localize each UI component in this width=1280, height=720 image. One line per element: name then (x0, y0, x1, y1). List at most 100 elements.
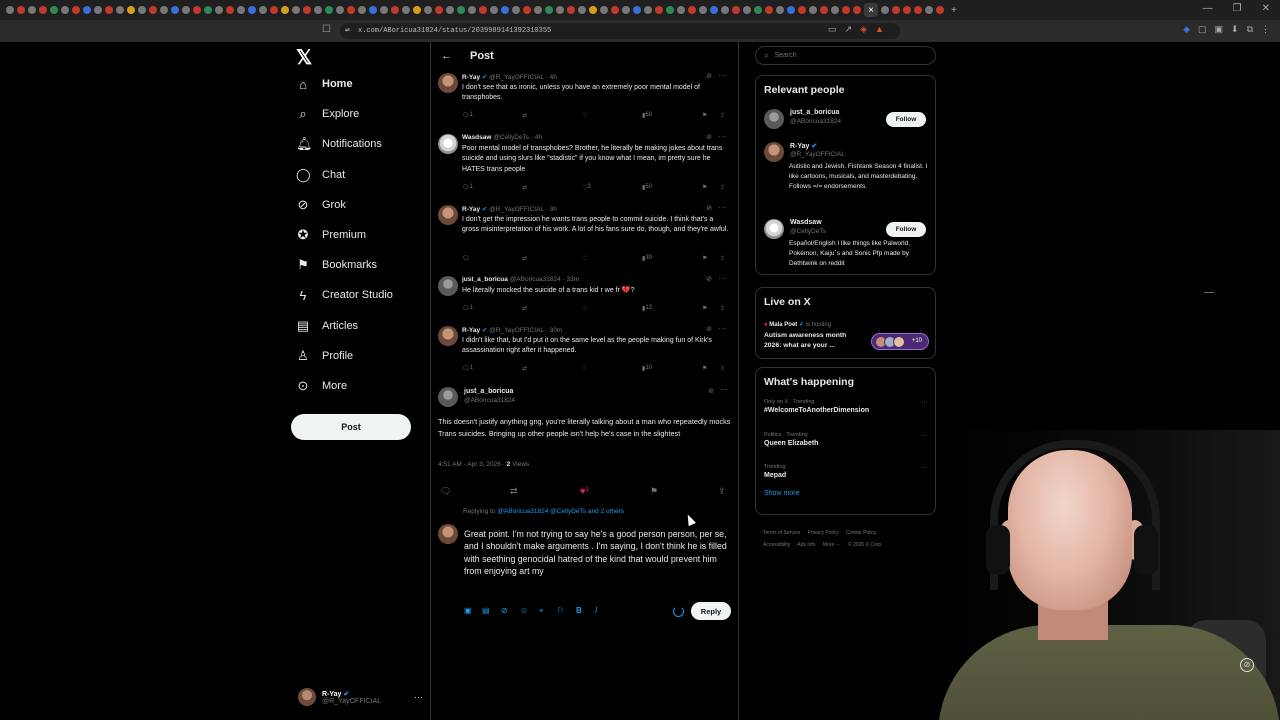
tab-favicon[interactable] (182, 6, 190, 14)
reply-action[interactable]: 🗨︎ 1 (462, 184, 473, 191)
replying-to-link[interactable]: @ABoricua31824 @CellyDeTs and 2 others (497, 508, 624, 515)
author-name[interactable]: just_a_boricua (462, 276, 508, 283)
avatar[interactable] (438, 73, 458, 93)
reply-icon[interactable]: 🗨︎ (462, 255, 470, 262)
nav-notifications[interactable]: 🔔︎ Notifications (296, 129, 425, 159)
nav-chat[interactable]: ◯ Chat (296, 160, 425, 190)
brave-shield-icon[interactable]: ◈ (860, 24, 867, 35)
extension-icon[interactable]: ▢ (1198, 24, 1207, 35)
location-icon[interactable]: ⌖ (539, 606, 544, 616)
tab-favicon[interactable] (391, 6, 399, 14)
tab-favicon[interactable] (914, 6, 922, 14)
avatar[interactable] (438, 387, 458, 407)
trend-item[interactable]: Trending Mepad ··· (764, 464, 934, 479)
views-action[interactable]: ▮ 68 (642, 112, 652, 119)
tab-favicon[interactable] (743, 6, 751, 14)
tab-favicon[interactable] (512, 6, 520, 14)
reply-action[interactable]: 🗨︎ 1 (462, 305, 473, 312)
author-name[interactable]: R-Yay (462, 327, 480, 334)
tab-favicon[interactable] (149, 6, 157, 14)
tab-favicon[interactable] (204, 6, 212, 14)
tab-favicon[interactable] (468, 6, 476, 14)
tab-favicon[interactable] (633, 6, 641, 14)
emoji-icon[interactable]: ☺ (520, 606, 528, 615)
tab-favicon[interactable] (39, 6, 47, 14)
more-dots-icon[interactable]: ··· (720, 385, 728, 394)
person-name[interactable]: just_a_boricua (790, 109, 839, 116)
share-icon[interactable]: ⇪ (720, 184, 725, 191)
close-window-icon[interactable]: ✕ (1262, 3, 1270, 14)
tab-favicon[interactable] (457, 6, 465, 14)
like-button[interactable]: ♥ 1 (580, 486, 589, 496)
trend-item[interactable]: Politics · Trending Queen Elizabeth ··· (764, 432, 934, 447)
tab-favicon[interactable] (936, 6, 944, 14)
tab-favicon[interactable] (61, 6, 69, 14)
address-bar[interactable]: ⇌ x.com/ABoricua31824/status/20399891413… (340, 23, 900, 39)
bold-icon[interactable]: B (576, 606, 582, 615)
more-dots-icon[interactable]: ··· (718, 324, 726, 333)
like-icon[interactable]: ♡ (582, 365, 587, 372)
tab-favicon[interactable] (567, 6, 575, 14)
repost-icon[interactable]: ⇄ (510, 486, 518, 497)
tab-favicon[interactable] (193, 6, 201, 14)
tab-favicon[interactable] (105, 6, 113, 14)
rewards-icon[interactable]: ▲ (875, 24, 884, 35)
tab-favicon[interactable] (479, 6, 487, 14)
nav-more[interactable]: ⊙ More (296, 371, 425, 401)
repost-icon[interactable]: ⇄ (522, 255, 527, 262)
tab-favicon[interactable] (677, 6, 685, 14)
like-action[interactable]: ♡ 3 (582, 184, 591, 191)
repost-icon[interactable]: ⇄ (522, 112, 527, 119)
more-dots-icon[interactable]: ··· (414, 692, 423, 702)
avatar[interactable] (764, 142, 784, 162)
bookmark-icon[interactable]: ⚑ (702, 365, 707, 372)
grok-icon[interactable]: ⊘ (706, 72, 712, 80)
tab-favicon[interactable] (589, 6, 597, 14)
tab-favicon[interactable] (314, 6, 322, 14)
footer-link[interactable]: Cookie Policy (846, 530, 876, 536)
back-arrow-icon[interactable]: ← (441, 50, 452, 62)
follow-button[interactable]: Follow (886, 222, 926, 237)
avatar[interactable] (438, 326, 458, 346)
avatar[interactable] (438, 205, 458, 225)
tab-favicon[interactable] (270, 6, 278, 14)
tab-favicon[interactable] (237, 6, 245, 14)
author-name[interactable]: R-Yay (462, 206, 480, 213)
nav-home[interactable]: ⌂ Home (296, 69, 425, 99)
browser-tab-strip[interactable]: × + — ❐ ✕ (0, 0, 1280, 20)
tab-favicon[interactable] (303, 6, 311, 14)
x-logo-icon[interactable]: 𝕏 (296, 45, 425, 69)
tab-favicon[interactable] (732, 6, 740, 14)
nav-explore[interactable]: ⌕ Explore (296, 99, 425, 129)
views-action[interactable]: ▮ 10 (642, 365, 652, 372)
footer-link[interactable]: Terms of Service (763, 530, 800, 536)
person-name[interactable]: Wasdsaw (790, 219, 822, 226)
tab-favicon[interactable] (50, 6, 58, 14)
more-dots-icon[interactable]: ··· (921, 464, 928, 471)
tab-favicon[interactable] (710, 6, 718, 14)
grok-icon[interactable]: ⊘ (706, 133, 712, 141)
tab-favicon[interactable] (116, 6, 124, 14)
tab-favicon[interactable] (424, 6, 432, 14)
tab-favicon[interactable] (72, 6, 80, 14)
extension-icon[interactable]: ⬇ (1231, 24, 1239, 35)
tab-favicon[interactable] (380, 6, 388, 14)
avatar[interactable] (438, 134, 458, 154)
tab-favicon[interactable] (644, 6, 652, 14)
tab-favicon[interactable] (809, 6, 817, 14)
show-more-link[interactable]: Show more (764, 490, 799, 497)
like-icon[interactable]: ♡ (582, 305, 587, 312)
minimize-icon[interactable]: — (1203, 3, 1213, 14)
grok-icon[interactable]: ⊘ (708, 387, 714, 395)
flag-icon[interactable]: ⚐ (557, 606, 564, 615)
tab-favicon[interactable] (501, 6, 509, 14)
tab-favicon[interactable] (655, 6, 663, 14)
tab-favicon[interactable] (358, 6, 366, 14)
more-dots-icon[interactable]: ··· (718, 274, 726, 283)
tab-favicon[interactable] (842, 6, 850, 14)
gif-icon[interactable]: ▤ (482, 606, 490, 615)
tab-favicon[interactable] (611, 6, 619, 14)
tab-favicon[interactable] (666, 6, 674, 14)
views-action[interactable]: ▮ 39 (642, 255, 652, 262)
tab-favicon[interactable] (754, 6, 762, 14)
